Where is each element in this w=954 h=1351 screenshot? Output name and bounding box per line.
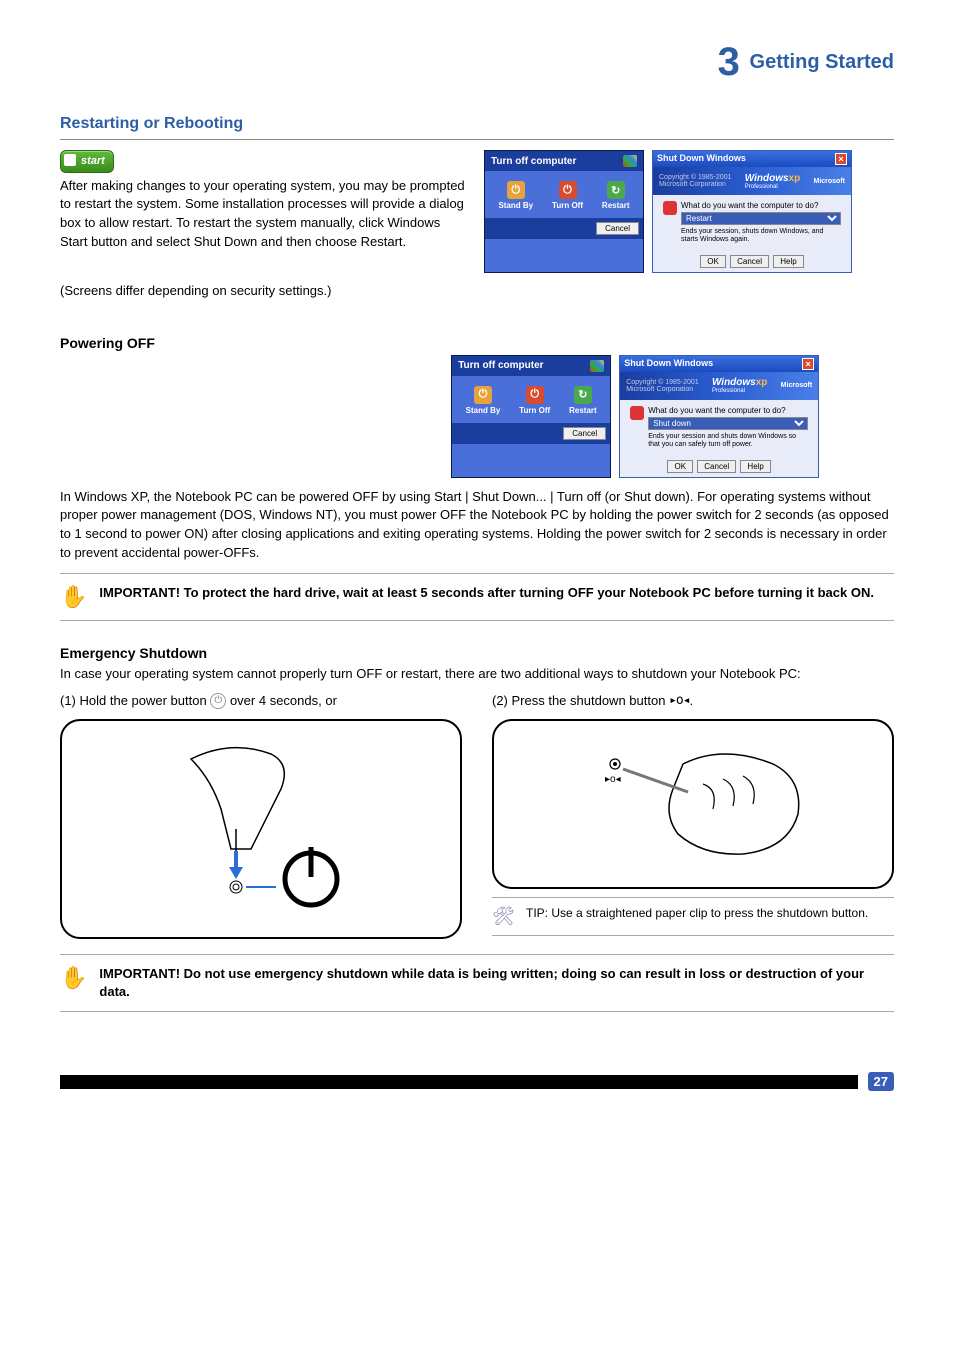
turnoff-option[interactable]: ⏻ Turn Off	[552, 181, 583, 210]
shutdown-dialog-restart: Shut Down Windows × Copyright © 1985-200…	[652, 150, 852, 273]
hand-stop-icon: ✋	[60, 584, 87, 610]
cancel-button[interactable]: Cancel	[697, 460, 736, 473]
shutdown-action-select[interactable]: Restart	[681, 212, 841, 225]
subsection-emergency: Emergency Shutdown	[60, 645, 894, 661]
turnoff-dialog-title: Turn off computer	[491, 156, 576, 167]
subsection-poweroff: Powering OFF	[60, 335, 894, 351]
important-text-2: IMPORTANT! Do not use emergency shutdown…	[99, 965, 894, 1001]
tip-text: TIP: Use a straightened paper clip to pr…	[526, 906, 894, 922]
turnoff-dialog: Turn off computer ⏻ Stand By ⏻ Turn Off …	[484, 150, 644, 273]
screens-differ-note: (Screens differ depending on security se…	[60, 282, 470, 301]
emerg-option-1: (1) Hold the power button ⏻ over 4 secon…	[60, 692, 462, 711]
divider	[60, 139, 894, 140]
chapter-number: 3	[718, 40, 740, 85]
illustration-hold-power	[60, 719, 462, 939]
close-icon[interactable]: ×	[835, 153, 847, 165]
reset-button-icon: ▸o◂	[669, 693, 689, 708]
section-title-restart: Restarting or Rebooting	[60, 115, 894, 133]
turnoff-icon: ⏻	[559, 181, 577, 199]
emerg-option-2: (2) Press the shutdown button ▸o◂.	[492, 692, 894, 711]
shutdown-icon	[630, 406, 644, 420]
ok-button[interactable]: OK	[700, 255, 726, 268]
chapter-header: 3 Getting Started	[60, 40, 894, 85]
emergency-lead: In case your operating system cannot pro…	[60, 665, 894, 684]
windows-xp-logo: WindowsxpProfessional	[712, 377, 767, 394]
tip-note: 🛠 TIP: Use a straightened paper clip to …	[492, 897, 894, 936]
standby-option[interactable]: ⏻Stand By	[466, 386, 501, 415]
shutdown-action-select[interactable]: Shut down	[648, 417, 808, 430]
illustration-paperclip: ▸o◂	[492, 719, 894, 889]
shutdown-dialog-shutdown: Shut Down Windows × Copyright © 1985-200…	[619, 355, 819, 478]
cancel-button[interactable]: Cancel	[730, 255, 769, 268]
standby-icon: ⏻	[507, 181, 525, 199]
standby-option[interactable]: ⏻ Stand By	[498, 181, 533, 210]
ok-button[interactable]: OK	[667, 460, 693, 473]
turnoff-dialog-title: Turn off computer	[458, 360, 543, 371]
hand-stop-icon: ✋	[60, 965, 87, 991]
turnoff-option[interactable]: ⏻Turn Off	[519, 386, 550, 415]
windows-xp-logo: Windowsxp Professional	[745, 173, 800, 190]
help-button[interactable]: Help	[773, 255, 803, 268]
turnoff-dialog-header: Turn off computer	[485, 151, 643, 171]
restart-icon: ↻	[607, 181, 625, 199]
power-button-icon: ⏻	[210, 693, 226, 709]
shutdown-icon	[663, 201, 677, 215]
chapter-title: Getting Started	[750, 51, 894, 74]
restart-label: Restart	[602, 201, 630, 210]
cancel-button[interactable]: Cancel	[563, 427, 606, 440]
restart-option[interactable]: ↻Restart	[569, 386, 597, 415]
poweroff-body: In Windows XP, the Notebook PC can be po…	[60, 488, 894, 563]
screwdriver-icon: 🛠	[492, 906, 516, 927]
turnoff-dialog-2: Turn off computer ⏻Stand By ⏻Turn Off ↻R…	[451, 355, 611, 478]
close-icon[interactable]: ×	[802, 358, 814, 370]
windows-flag-icon	[590, 360, 604, 372]
shutdown-hint: Ends your session, shuts down Windows, a…	[681, 228, 841, 245]
shutdown-question: What do you want the computer to do?	[681, 201, 841, 210]
page-number: 27	[868, 1072, 894, 1091]
copyright-text: Copyright © 1985-2001Microsoft Corporati…	[659, 174, 731, 188]
page-footer: 27	[60, 1072, 894, 1091]
standby-label: Stand By	[498, 201, 533, 210]
help-button[interactable]: Help	[740, 460, 770, 473]
windows-flag-icon	[623, 155, 637, 167]
start-button-graphic: start	[60, 150, 114, 173]
shutdown-dialog-title: Shut Down Windows	[657, 153, 746, 165]
restart-option[interactable]: ↻ Restart	[602, 181, 630, 210]
turnoff-label: Turn Off	[552, 201, 583, 210]
svg-text:▸o◂: ▸o◂	[605, 774, 621, 785]
microsoft-label: Microsoft	[813, 178, 845, 185]
restart-body: After making changes to your operating s…	[60, 177, 470, 252]
important-note-2: ✋ IMPORTANT! Do not use emergency shutdo…	[60, 954, 894, 1012]
important-text-1: IMPORTANT! To protect the hard drive, wa…	[99, 584, 894, 602]
important-note-1: ✋ IMPORTANT! To protect the hard drive, …	[60, 573, 894, 621]
cancel-button[interactable]: Cancel	[596, 222, 639, 235]
